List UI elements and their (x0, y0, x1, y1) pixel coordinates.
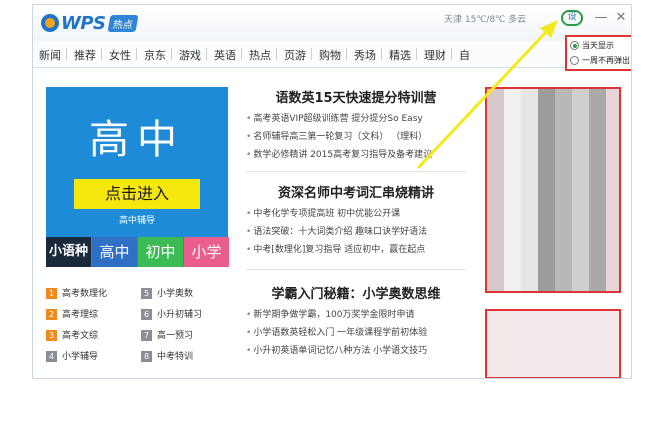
annotation-arrow (416, 20, 558, 170)
arrow-shaft (416, 28, 550, 170)
